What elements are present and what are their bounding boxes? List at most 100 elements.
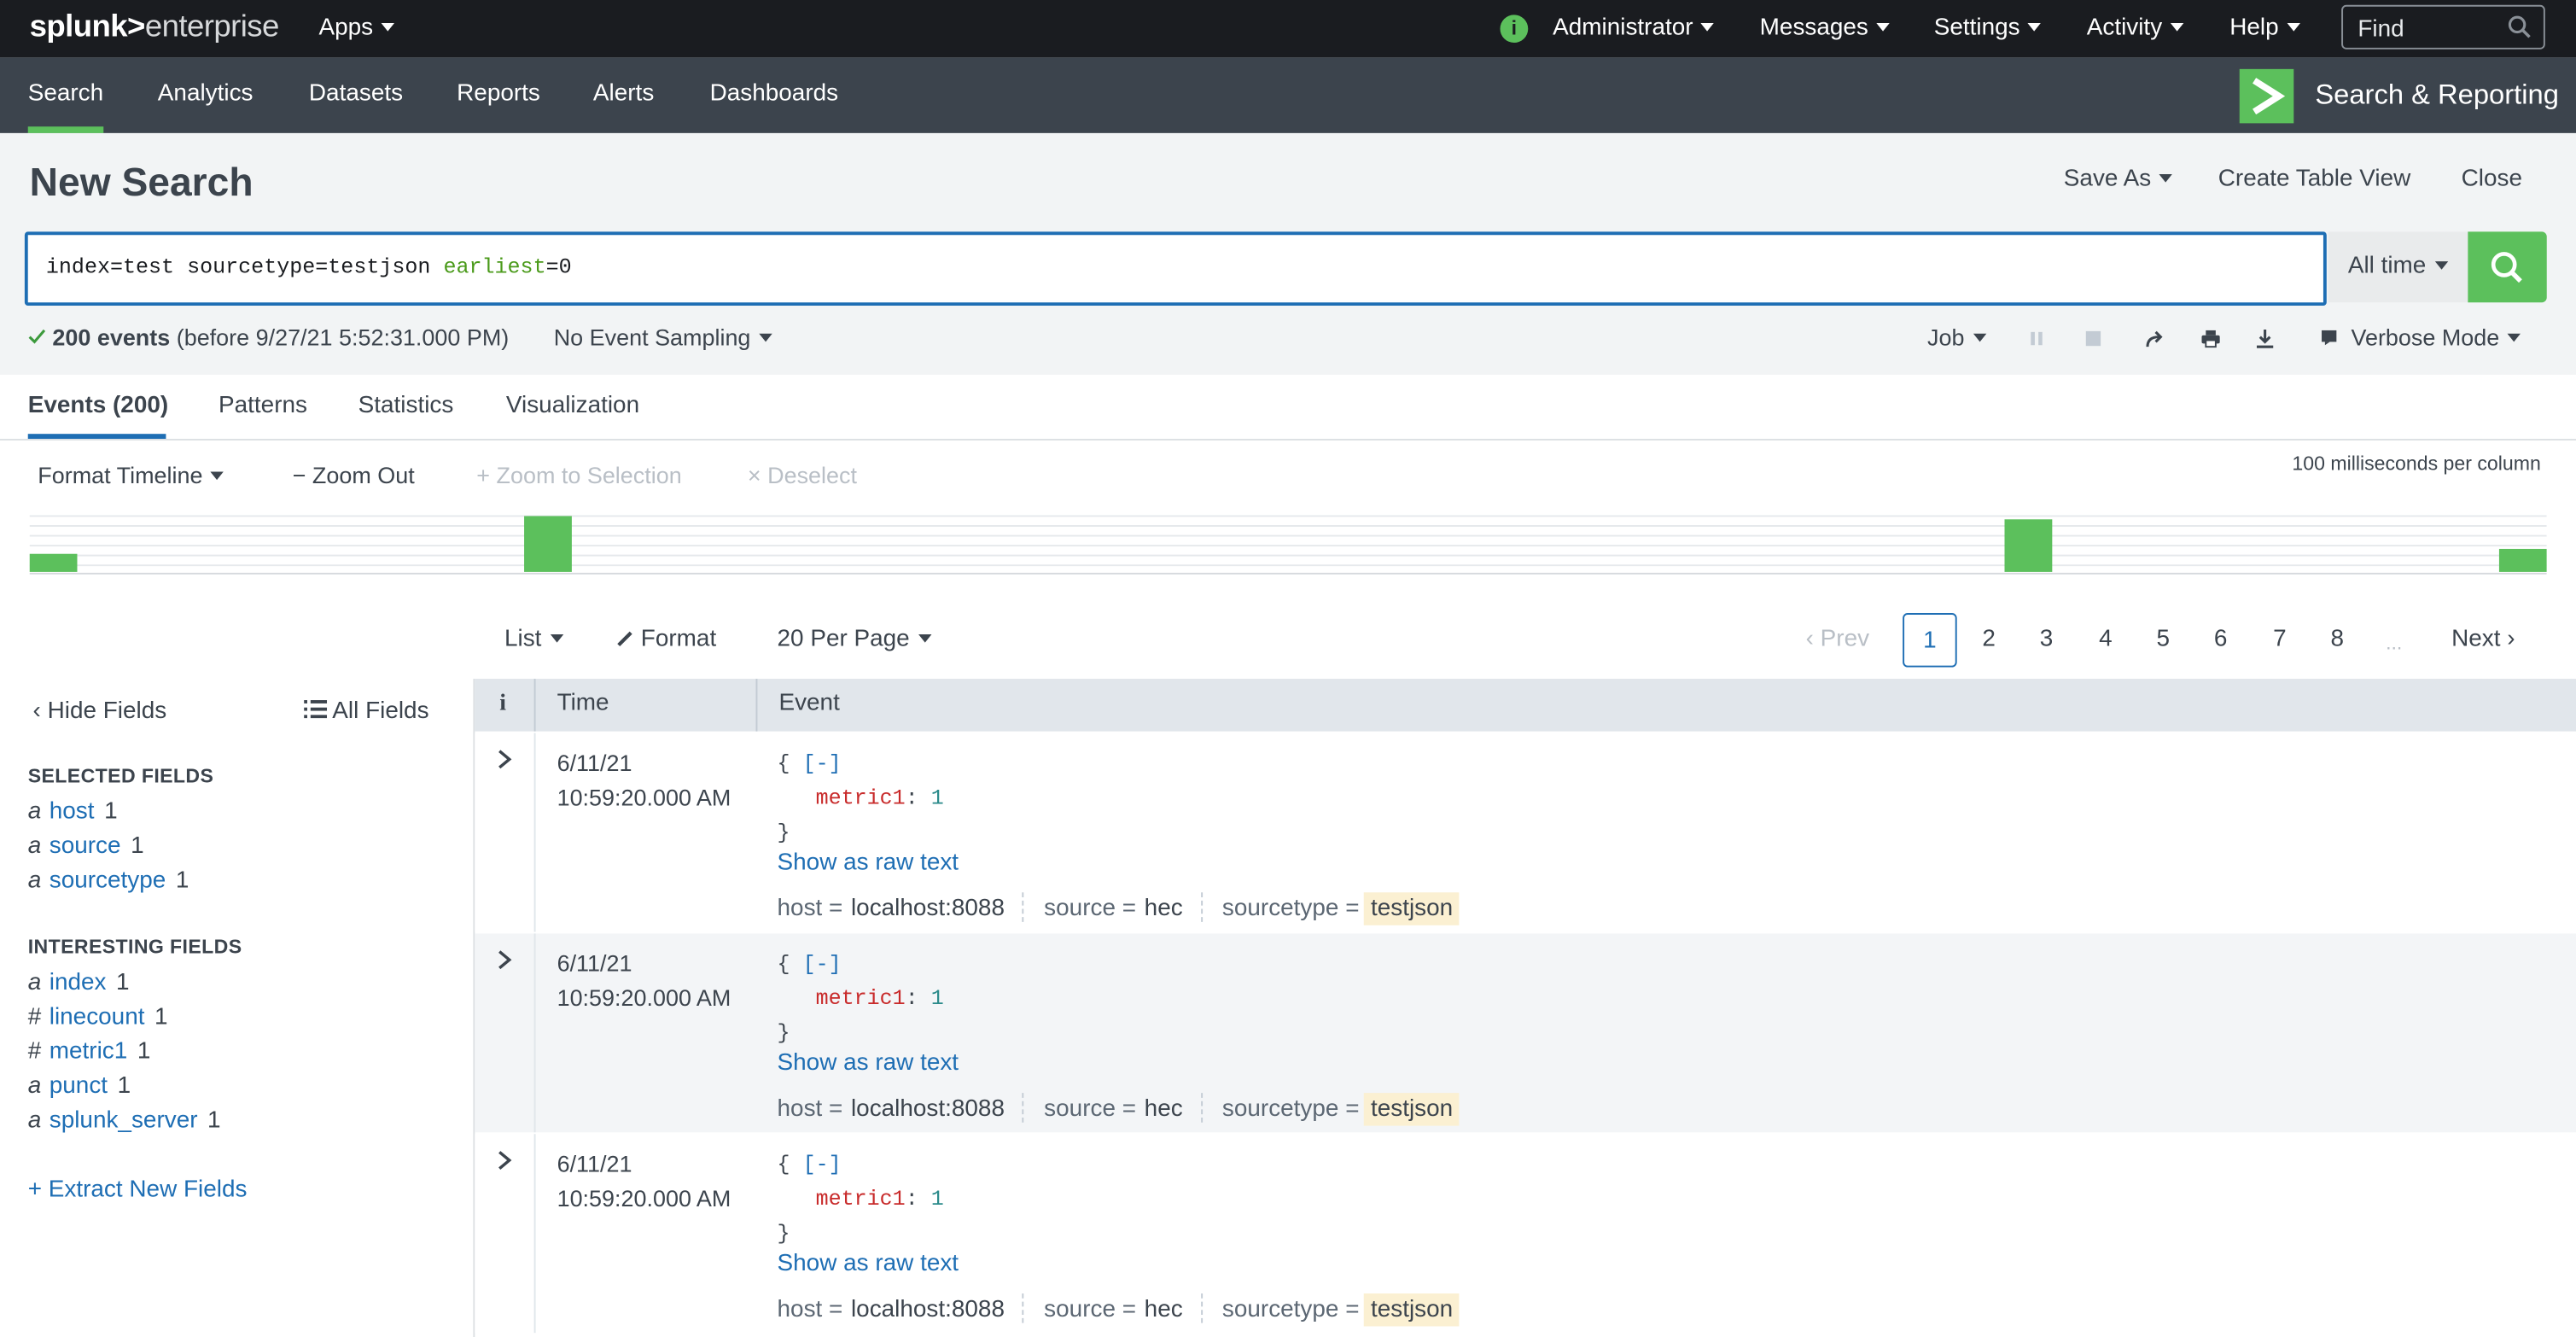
tab-patterns[interactable]: Patterns <box>219 393 307 419</box>
search-mode-menu[interactable]: Verbose Mode <box>2320 324 2521 350</box>
collapse-toggle[interactable]: [-] <box>803 1152 842 1176</box>
tab-search[interactable]: Search <box>28 80 103 107</box>
find-input[interactable] <box>2343 6 2522 51</box>
json-value[interactable]: 1 <box>931 1187 944 1211</box>
timeline-chart[interactable] <box>29 511 2547 577</box>
tab-alerts[interactable]: Alerts <box>593 80 654 107</box>
search-query-input[interactable]: index=test sourcetype=testjson earliest=… <box>24 231 2327 307</box>
hide-fields-button[interactable]: ‹ Hide Fields <box>33 698 167 725</box>
zoom-out-button[interactable]: − Zoom Out <box>293 462 415 488</box>
chevron-right-icon: › <box>2507 626 2515 653</box>
sourcetype-value[interactable]: testjson <box>1364 892 1460 925</box>
format-button[interactable]: Format <box>616 626 716 652</box>
collapse-toggle[interactable]: [-] <box>803 751 842 776</box>
time-range-picker[interactable]: All time <box>2328 231 2470 303</box>
caret-down-icon <box>2507 333 2521 342</box>
per-page-menu[interactable]: 20 Per Page <box>778 626 931 652</box>
chevron-right-icon[interactable] <box>496 950 512 970</box>
create-table-view-button[interactable]: Create Table View <box>2218 166 2411 192</box>
page-1-button[interactable]: 1 <box>1903 613 1957 668</box>
show-raw-text-link[interactable]: Show as raw text <box>778 1050 959 1077</box>
prev-page-button[interactable]: ‹ Prev <box>1806 626 1870 652</box>
chevron-right-icon[interactable] <box>496 750 512 769</box>
json-key[interactable]: metric1 <box>816 1187 906 1211</box>
tab-datasets[interactable]: Datasets <box>309 80 403 107</box>
field-punct[interactable]: a punct 1 <box>28 1073 131 1100</box>
event-column-header[interactable]: Event <box>778 691 839 717</box>
page-2-button[interactable]: 2 <box>1961 613 2016 668</box>
extract-new-fields-link[interactable]: + Extract New Fields <box>28 1176 248 1203</box>
sourcetype-value[interactable]: testjson <box>1364 1293 1460 1327</box>
splunk-logo[interactable]: splunk>enterprise <box>30 10 280 46</box>
activity-menu[interactable]: Activity <box>2087 15 2184 41</box>
tab-statistics[interactable]: Statistics <box>358 393 454 419</box>
save-as-button[interactable]: Save As <box>2064 166 2173 192</box>
page-4-button[interactable]: 4 <box>2078 613 2133 668</box>
field-host[interactable]: a host 1 <box>28 799 118 826</box>
collapse-toggle[interactable]: [-] <box>803 952 842 977</box>
settings-menu[interactable]: Settings <box>1934 15 2042 41</box>
source-value[interactable]: hec <box>1145 1096 1183 1123</box>
app-name[interactable]: Search & Reporting <box>2315 79 2559 112</box>
app-logo-icon[interactable] <box>2239 68 2294 124</box>
messages-menu[interactable]: Messages <box>1760 15 1890 41</box>
timeline-bar[interactable] <box>29 553 78 572</box>
export-icon[interactable] <box>2254 327 2276 350</box>
field-splunk-server[interactable]: a splunk_server 1 <box>28 1107 221 1134</box>
field-metric1[interactable]: # metric1 1 <box>28 1039 151 1066</box>
json-value[interactable]: 1 <box>931 986 944 1011</box>
timeline-bar[interactable] <box>524 516 572 572</box>
share-icon[interactable] <box>2144 327 2165 350</box>
caret-down-icon <box>2159 174 2173 183</box>
field-linecount[interactable]: # linecount 1 <box>28 1004 168 1030</box>
tab-events[interactable]: Events (200) <box>28 393 168 419</box>
host-value[interactable]: localhost:8088 <box>851 1297 1005 1323</box>
tab-dashboards[interactable]: Dashboards <box>710 80 839 107</box>
user-menu[interactable]: Administrator <box>1553 15 1715 41</box>
print-icon[interactable] <box>2200 327 2222 350</box>
page-3-button[interactable]: 3 <box>2019 613 2074 668</box>
job-menu[interactable]: Job <box>1927 324 1986 350</box>
help-menu[interactable]: Help <box>2229 15 2300 41</box>
apps-menu[interactable]: Apps <box>318 15 395 41</box>
page-6-button[interactable]: 6 <box>2194 613 2248 668</box>
host-value[interactable]: localhost:8088 <box>851 1096 1005 1123</box>
search-icon[interactable] <box>2508 15 2532 39</box>
field-index[interactable]: a index 1 <box>28 970 130 996</box>
timeline-bar[interactable] <box>2498 548 2547 572</box>
list-view-menu[interactable]: List <box>504 626 563 652</box>
field-source[interactable]: a source 1 <box>28 833 144 860</box>
show-raw-text-link[interactable]: Show as raw text <box>778 849 959 876</box>
json-key[interactable]: metric1 <box>816 986 906 1011</box>
zoom-to-selection-button[interactable]: + Zoom to Selection <box>476 462 681 488</box>
page-7-button[interactable]: 7 <box>2253 613 2307 668</box>
timeline-gridlines <box>29 515 2547 575</box>
event-time: 6/11/21 10:59:20.000 AM <box>557 949 731 1011</box>
close-button[interactable]: Close <box>2462 166 2522 192</box>
source-value[interactable]: hec <box>1145 1297 1183 1323</box>
json-key[interactable]: metric1 <box>816 785 906 810</box>
field-sourcetype[interactable]: a sourcetype 1 <box>28 867 189 894</box>
time-column-header[interactable]: Time <box>557 691 609 717</box>
source-value[interactable]: hec <box>1145 896 1183 922</box>
host-value[interactable]: localhost:8088 <box>851 896 1005 922</box>
pause-icon[interactable] <box>2027 327 2047 350</box>
info-icon[interactable]: i <box>1500 15 1529 44</box>
deselect-button[interactable]: × Deselect <box>748 462 857 488</box>
chevron-right-icon[interactable] <box>496 1151 512 1171</box>
timeline-bar[interactable] <box>2004 519 2053 572</box>
event-sampling-dropdown[interactable]: No Event Sampling <box>554 324 772 350</box>
all-fields-button[interactable]: All Fields <box>304 698 429 725</box>
tab-analytics[interactable]: Analytics <box>158 80 254 107</box>
next-page-button[interactable]: Next › <box>2451 626 2515 652</box>
sourcetype-value[interactable]: testjson <box>1364 1093 1460 1126</box>
show-raw-text-link[interactable]: Show as raw text <box>778 1251 959 1277</box>
search-submit-button[interactable] <box>2468 231 2547 303</box>
tab-visualization[interactable]: Visualization <box>506 393 639 419</box>
tab-reports[interactable]: Reports <box>457 80 540 107</box>
json-value[interactable]: 1 <box>931 785 944 810</box>
format-timeline-menu[interactable]: Format Timeline <box>38 462 224 488</box>
page-5-button[interactable]: 5 <box>2136 613 2191 668</box>
stop-icon[interactable] <box>2084 327 2103 350</box>
page-8-button[interactable]: 8 <box>2311 613 2365 668</box>
